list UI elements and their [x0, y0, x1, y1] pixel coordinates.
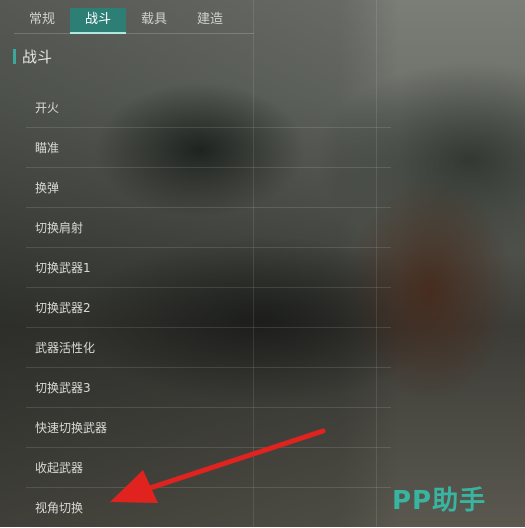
annotation-arrow-icon	[110, 428, 326, 503]
watermark-logo: PP助手	[392, 486, 487, 516]
arrow-shaft	[147, 428, 326, 491]
